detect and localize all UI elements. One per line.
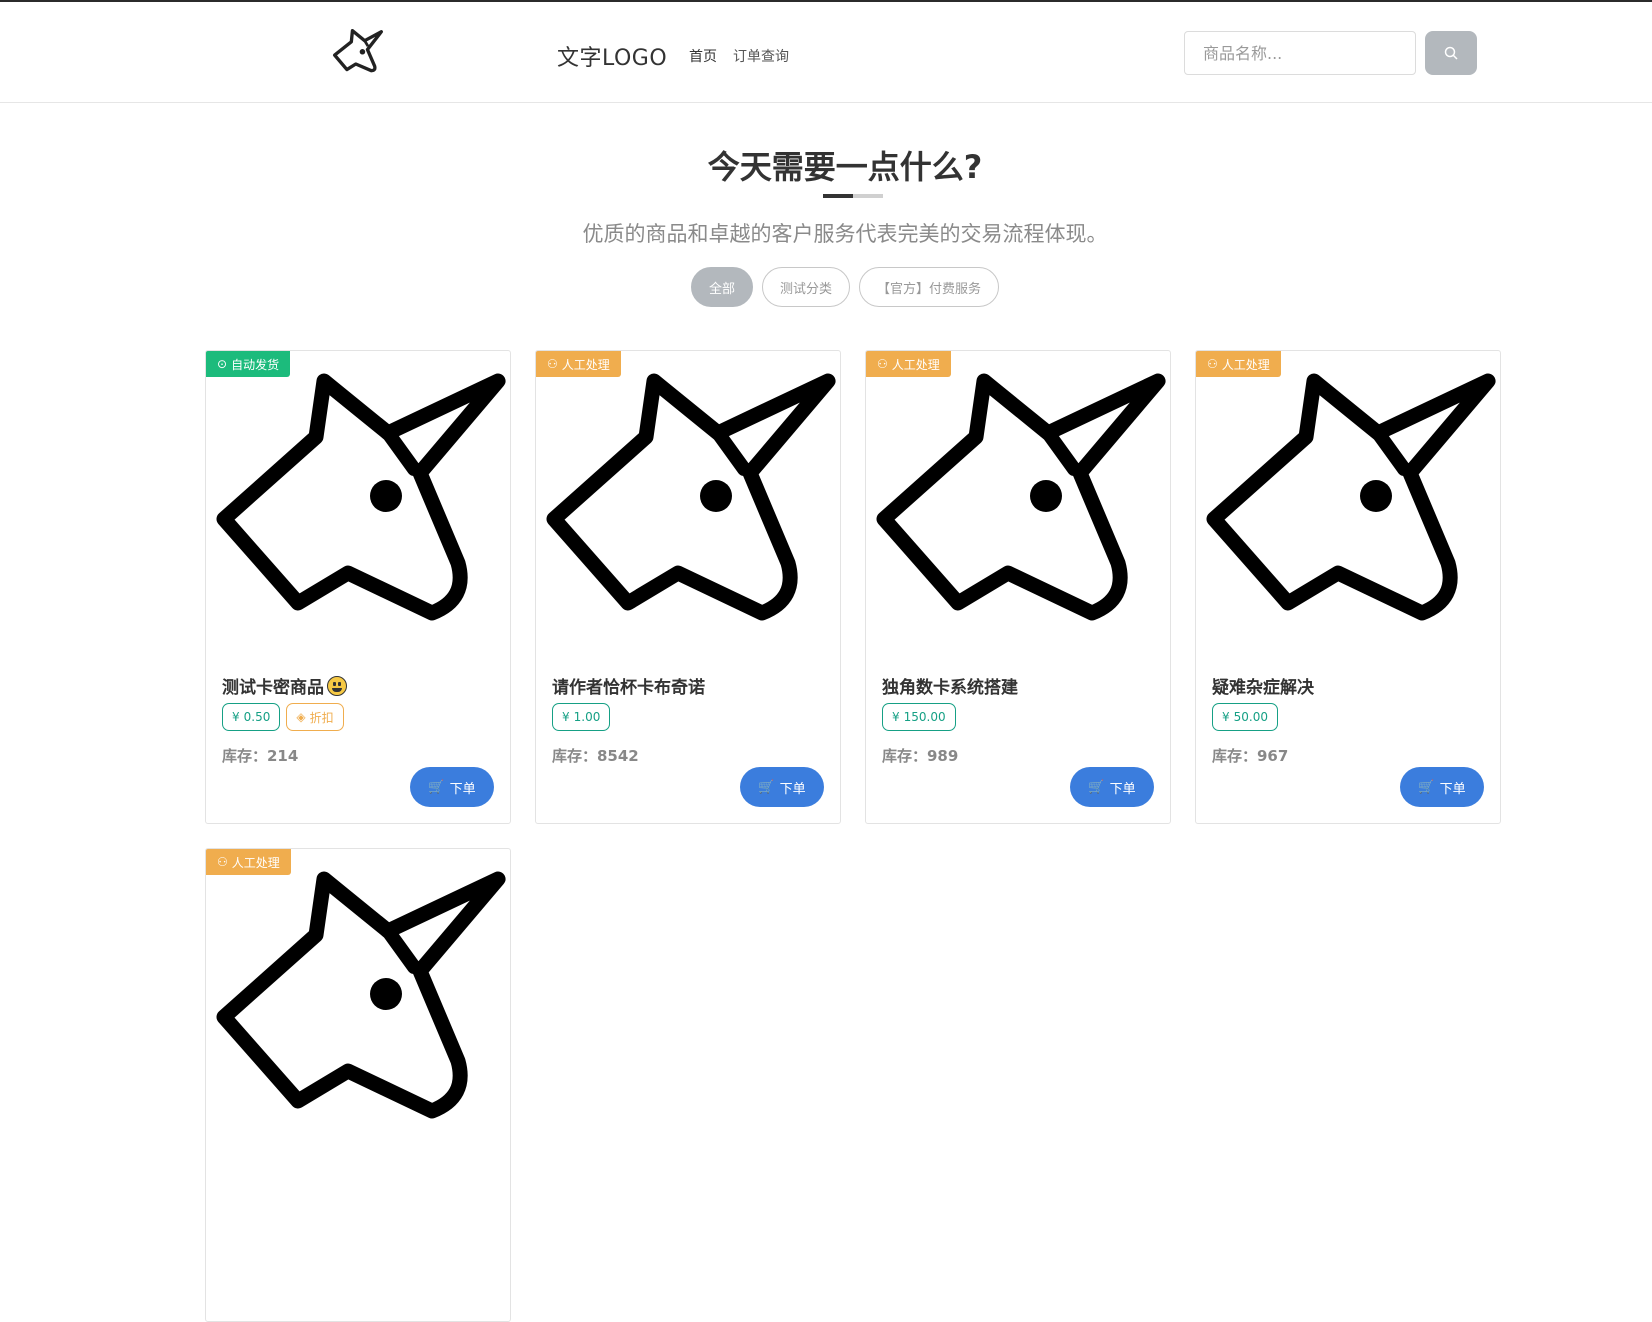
nav-home[interactable]: 首页 [689, 46, 717, 66]
order-button[interactable]: 🛒 下单 [1070, 767, 1154, 807]
search-icon [1444, 46, 1458, 60]
cart-icon: 🛒 [428, 779, 445, 795]
price-tag: ¥150.00 [882, 703, 956, 731]
main-nav: 首页 订单查询 [689, 46, 789, 66]
order-button[interactable]: 🛒 下单 [1400, 767, 1484, 807]
cart-icon: 🛒 [1418, 779, 1435, 795]
category-filters: 全部 测试分类 【官方】付费服务 [691, 267, 1000, 307]
price-tag: ¥0.50 [222, 703, 281, 731]
price-tag: ¥50.00 [1212, 703, 1278, 731]
delivery-badge: ⊙ 自动发货 [206, 351, 291, 377]
product-name[interactable]: 测试卡密商品 [222, 673, 347, 698]
filter-test-category[interactable]: 测试分类 [762, 267, 851, 307]
page-subtitle: 优质的商品和卓越的客户服务代表完美的交易流程体现。 [582, 222, 1108, 246]
user-icon: ⚇ [217, 855, 228, 869]
user-icon: ⚇ [877, 357, 888, 371]
unicorn-logo-icon[interactable] [330, 24, 386, 74]
price-tag: ¥1.00 [552, 703, 611, 731]
cart-icon: 🛒 [758, 779, 775, 795]
yen-icon: ¥ [1222, 710, 1230, 724]
user-icon: ⚇ [1207, 357, 1218, 371]
filter-official-paid[interactable]: 【官方】付费服务 [859, 267, 1000, 307]
cart-icon: 🛒 [1088, 779, 1105, 795]
product-image [206, 351, 511, 651]
product-card[interactable]: ⚇ 人工处理 [205, 848, 511, 1322]
product-name[interactable]: 疑难杂症解决 [1212, 673, 1314, 698]
product-image [536, 351, 841, 651]
user-icon: ⚇ [547, 357, 558, 371]
nav-order-query[interactable]: 订单查询 [733, 46, 789, 66]
delivery-badge: ⚇ 人工处理 [206, 849, 291, 875]
product-name[interactable]: 独角数卡系统搭建 [882, 673, 1018, 698]
product-card[interactable]: ⚇ 人工处理 请作者恰杯卡布奇诺 ¥1.00 库存：8542 🛒 下单 [535, 350, 841, 824]
delivery-badge: ⚇ 人工处理 [1196, 351, 1281, 377]
smile-emoji-icon [327, 675, 347, 696]
page-title: 今天需要一点什么? [707, 148, 983, 186]
search-button[interactable] [1425, 31, 1477, 75]
order-button[interactable]: 🛒 下单 [410, 767, 494, 807]
logo-text[interactable]: 文字LOGO [557, 40, 667, 72]
stock-count: 库存：989 [882, 747, 959, 765]
site-header: 文字LOGO 首页 订单查询 [0, 2, 1652, 103]
yen-icon: ¥ [232, 710, 240, 724]
product-card[interactable]: ⚇ 人工处理 独角数卡系统搭建 ¥150.00 库存：989 🛒 下单 [865, 350, 1171, 824]
search-input[interactable] [1184, 31, 1416, 75]
stock-count: 库存：8542 [552, 747, 639, 765]
stock-count: 库存：967 [1212, 747, 1289, 765]
stock-count: 库存：214 [222, 747, 299, 765]
robot-icon: ⊙ [217, 357, 228, 371]
filter-all[interactable]: 全部 [691, 267, 754, 307]
product-card[interactable]: ⚇ 人工处理 疑难杂症解决 ¥50.00 库存：967 🛒 下单 [1195, 350, 1501, 824]
tag-icon: ◈ [296, 710, 306, 724]
order-button[interactable]: 🛒 下单 [740, 767, 824, 807]
yen-icon: ¥ [562, 710, 570, 724]
product-name[interactable]: 请作者恰杯卡布奇诺 [552, 673, 705, 698]
yen-icon: ¥ [892, 710, 900, 724]
delivery-badge: ⚇ 人工处理 [536, 351, 621, 377]
product-card[interactable]: ⊙ 自动发货 测试卡密商品 ¥0.50 ◈ 折扣 库存：214 🛒 下单 [205, 350, 511, 824]
title-divider [823, 194, 883, 198]
delivery-badge: ⚇ 人工处理 [866, 351, 951, 377]
product-image [1196, 351, 1501, 651]
product-image [866, 351, 1171, 651]
product-image [206, 849, 511, 1149]
discount-tag: ◈ 折扣 [286, 703, 344, 731]
